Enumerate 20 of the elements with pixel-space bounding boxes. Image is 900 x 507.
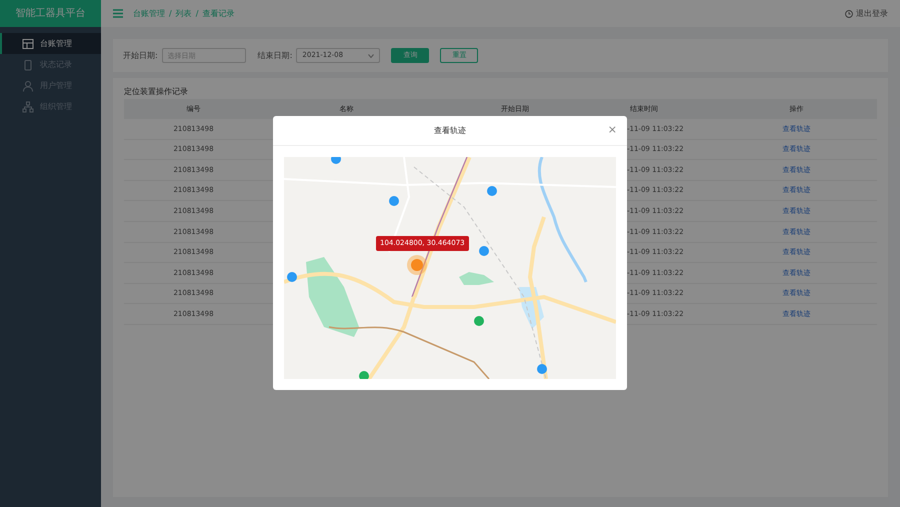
breadcrumb-separator: / (169, 8, 172, 20)
dialog-title: 查看轨迹 (434, 124, 466, 136)
breadcrumb-link[interactable]: 列表 (176, 8, 192, 20)
hierarchy-icon (22, 100, 34, 112)
app-title: 智能工器具平台 (0, 0, 101, 27)
user-icon (22, 80, 34, 92)
breadcrumb-link[interactable]: 台账管理 (133, 8, 165, 20)
chevron-down-icon (368, 54, 374, 58)
clock-icon (845, 10, 853, 18)
close-button[interactable]: × (608, 124, 617, 135)
table-title: 定位装置操作记录 (124, 86, 189, 98)
logout-link[interactable]: 退出登录 (856, 8, 888, 20)
end-date-label: 结束日期: (258, 50, 292, 62)
breadcrumb-link[interactable]: 查看记录 (202, 8, 234, 20)
table-icon (22, 38, 34, 50)
sidebar-item[interactable]: 台账管理 (0, 33, 101, 54)
menu-icon[interactable] (113, 9, 123, 18)
start-date-label: 开始日期: (123, 50, 158, 62)
clipboard-icon (22, 58, 34, 70)
breadcrumb-separator: / (196, 8, 198, 20)
